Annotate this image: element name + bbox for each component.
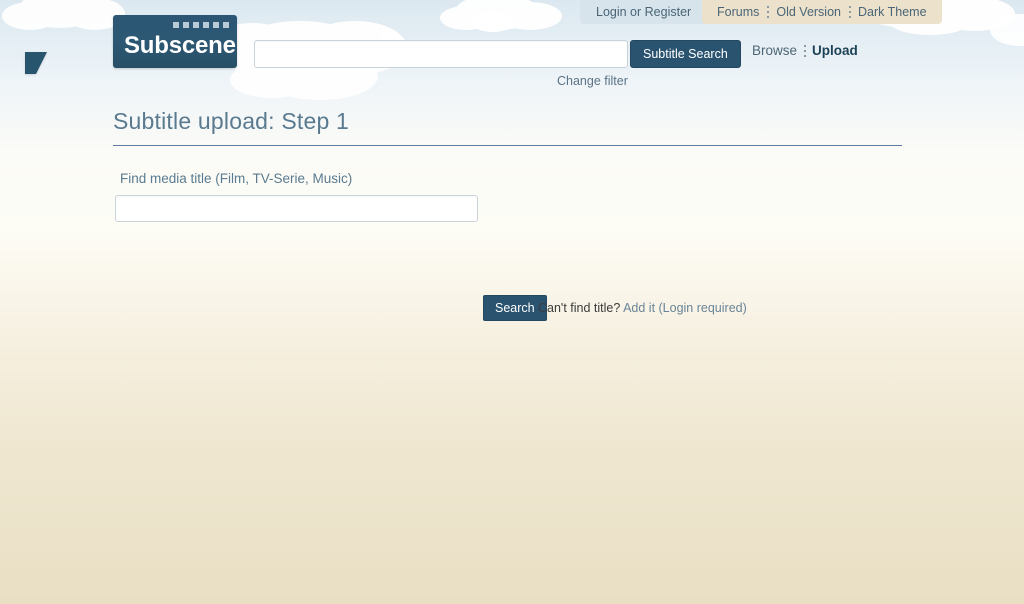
title-divider [113, 145, 902, 146]
cant-find-title-text: Can't find title? [538, 301, 624, 315]
change-filter-link[interactable]: Change filter [557, 74, 628, 88]
logo-dots-icon [173, 22, 229, 28]
main-navigation: Browse Upload [749, 43, 861, 58]
media-title-field-label: Find media title (Film, TV-Serie, Music) [120, 171, 353, 186]
logo-text: Subscene [124, 32, 236, 59]
add-title-link[interactable]: Add it (Login required) [623, 301, 747, 315]
cant-find-title-note: Can't find title? Add it (Login required… [538, 301, 747, 315]
media-title-search-input[interactable] [115, 195, 478, 222]
subtitle-search-button[interactable]: Subtitle Search [630, 40, 741, 68]
subtitle-search-input[interactable] [254, 40, 628, 68]
site-header: Subscene Subtitle Search Change filter B… [0, 0, 1024, 100]
nav-upload-link[interactable]: Upload [809, 43, 861, 58]
subscene-logo[interactable]: Subscene [113, 15, 237, 68]
page-title: Subtitle upload: Step 1 [113, 108, 350, 134]
nav-browse-link[interactable]: Browse [749, 43, 800, 58]
vertical-dot-separator-icon [800, 44, 809, 58]
logo-speech-tail-icon [25, 52, 47, 74]
